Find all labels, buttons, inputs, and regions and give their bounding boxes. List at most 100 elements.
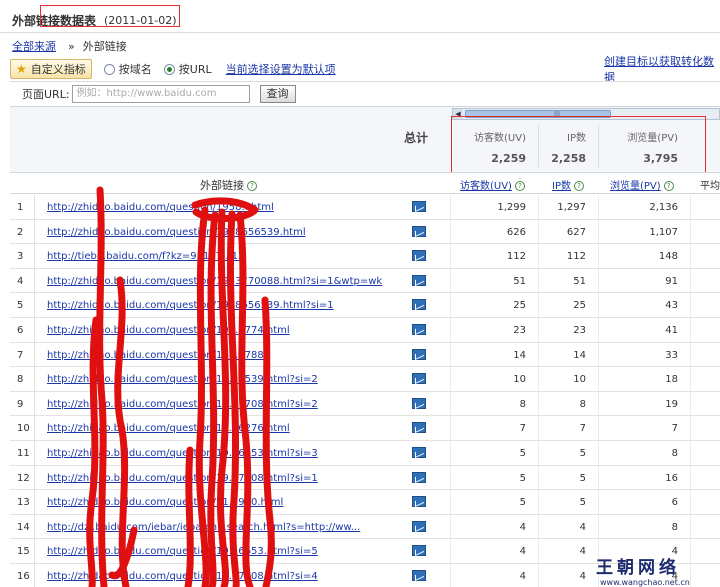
- trend-chart-icon[interactable]: [412, 397, 426, 409]
- row-number: 1: [17, 202, 24, 213]
- breadcrumb-all-sources[interactable]: 全部来源: [12, 38, 56, 54]
- cell-uv: 1,299: [497, 202, 526, 213]
- trend-chart-icon[interactable]: [412, 274, 426, 286]
- external-link-url[interactable]: http://zhidao.baidu.com/question/19...66…: [47, 448, 318, 459]
- divider: [598, 317, 599, 342]
- divider: [538, 465, 539, 490]
- divider: [538, 293, 539, 317]
- table-row: 3 http://tieba.baidu.com/f?kz=91157...13 1…: [10, 244, 720, 269]
- cell-uv: 4: [519, 521, 526, 533]
- trend-chart-icon[interactable]: [412, 201, 426, 212]
- divider: [690, 490, 691, 514]
- external-link-url[interactable]: http://zhidao.baidu.com/question/19...62…: [47, 423, 290, 434]
- trend-chart-icon[interactable]: [412, 496, 426, 508]
- trend-chart-icon[interactable]: [412, 373, 426, 385]
- cell-pv: 148: [658, 251, 678, 263]
- trend-chart-icon[interactable]: [412, 446, 426, 458]
- row-number: 13: [17, 497, 30, 509]
- external-link-url[interactable]: http://zhidao.baidu.com/question/19...65…: [47, 374, 318, 385]
- help-icon[interactable]: ?: [573, 181, 584, 191]
- table-row: 8 http://zhidao.baidu.com/question/19...6…: [10, 367, 720, 392]
- radio-by-domain[interactable]: 按域名: [103, 61, 152, 77]
- help-icon[interactable]: ?: [247, 181, 257, 191]
- divider: [538, 391, 539, 416]
- external-link-url[interactable]: http://zhidao.baidu.com/question/1958...…: [47, 202, 274, 213]
- divider: [538, 317, 539, 342]
- divider: [450, 563, 451, 587]
- trend-chart-icon[interactable]: [412, 323, 426, 335]
- divider: [690, 367, 691, 391]
- divider: [0, 32, 720, 33]
- custom-metrics-label: 自定义指标: [30, 63, 86, 76]
- divider: [34, 440, 35, 465]
- trend-chart-icon[interactable]: [412, 520, 426, 532]
- cell-ip: 51: [573, 275, 586, 287]
- divider: [598, 293, 599, 317]
- divider: [598, 514, 599, 539]
- trend-chart-icon[interactable]: [412, 471, 426, 483]
- divider: [450, 465, 451, 490]
- external-link-url[interactable]: http://zhidao.baidu.com/question/19...77…: [47, 399, 318, 410]
- url-filter-input[interactable]: 例如：http://www.baidu.com: [71, 84, 250, 103]
- divider: [34, 465, 35, 490]
- trend-chart-icon[interactable]: [412, 299, 426, 311]
- trend-chart-icon[interactable]: [412, 348, 426, 360]
- column-header-uv[interactable]: 访客数(UV)?: [460, 177, 525, 192]
- external-link-url[interactable]: http://zhidao.baidu.com/question/19...77…: [47, 473, 318, 484]
- help-icon[interactable]: ?: [514, 181, 525, 191]
- column-header-uv-label: 访客数(UV): [460, 181, 512, 192]
- help-icon[interactable]: ?: [663, 181, 674, 191]
- table-row: 11 http://zhidao.baidu.com/question/19...…: [10, 440, 720, 466]
- cell-uv: 23: [513, 324, 526, 336]
- row-number: 9: [17, 398, 24, 410]
- query-button[interactable]: 查询: [259, 84, 296, 103]
- cell-pv: 6: [671, 497, 678, 509]
- divider: [34, 490, 35, 514]
- trend-chart-icon[interactable]: [412, 545, 426, 557]
- breadcrumb-separator: »: [68, 39, 75, 53]
- divider: [34, 539, 35, 563]
- trend-chart-icon[interactable]: [412, 250, 426, 262]
- external-link-url[interactable]: http://zhidao.baidu.com/question/1958656…: [47, 300, 334, 311]
- table-row: 12 http://zhidao.baidu.com/question/19...…: [10, 465, 720, 491]
- trend-chart-icon[interactable]: [412, 569, 426, 581]
- column-header-ip[interactable]: IP数?: [552, 177, 584, 192]
- column-header-more[interactable]: 平均: [700, 177, 720, 192]
- external-link-url[interactable]: http://dzl.baidu.com/iebar/iebarch...sea…: [47, 522, 360, 533]
- row-number: 10: [17, 423, 30, 435]
- divider: [450, 539, 451, 563]
- watermark-url: www.wangchao.net.cn: [600, 578, 690, 587]
- external-link-url[interactable]: http://zhidao.baidu.com/question/19...37…: [47, 325, 290, 336]
- toolbar: ★ 自定义指标 按域名 按URL 当前选择设置为默认项 创建目标以获取转化数据: [10, 55, 720, 84]
- radio-button-selected-icon: [163, 63, 175, 75]
- external-link-url[interactable]: http://tieba.baidu.com/f?kz=91157...13: [47, 251, 244, 262]
- breadcrumb-current: 外部链接: [82, 40, 127, 53]
- custom-metrics-button[interactable]: ★ 自定义指标: [10, 59, 92, 79]
- cell-pv: 33: [665, 349, 678, 361]
- row-number: 3: [17, 251, 24, 263]
- external-link-url[interactable]: http://zhidao.baidu.com/question/21...94…: [47, 497, 283, 508]
- external-link-url[interactable]: http://zhidao.baidu.com/question/19...77…: [47, 571, 318, 582]
- annotation-box-title: [40, 5, 180, 27]
- divider: [34, 367, 35, 391]
- divider: [598, 268, 599, 293]
- row-number: 6: [17, 324, 24, 336]
- external-link-url[interactable]: http://zhidao.baidu.com/question/19...77…: [47, 350, 264, 361]
- annotation-box-summary: [451, 116, 706, 176]
- divider: [598, 342, 599, 367]
- cell-ip: 4: [579, 546, 586, 558]
- column-header-pv[interactable]: 浏览量(PV)?: [610, 177, 674, 192]
- cell-pv: 43: [665, 300, 678, 312]
- table-row: 13 http://zhidao.baidu.com/question/21...…: [10, 490, 720, 515]
- trend-chart-icon[interactable]: [412, 422, 426, 434]
- divider: [34, 293, 35, 317]
- cell-pv: 8: [671, 521, 678, 533]
- cell-ip: 4: [579, 521, 586, 533]
- external-link-url[interactable]: http://zhidao.baidu.com/question/1953770…: [47, 276, 382, 287]
- radio-by-url[interactable]: 按URL: [163, 61, 212, 77]
- external-link-url[interactable]: http://zhidao.baidu.com/question/19...66…: [47, 546, 318, 557]
- divider: [690, 195, 691, 219]
- trend-chart-icon[interactable]: [412, 225, 426, 237]
- external-link-url[interactable]: http://zhidao.baidu.com/question/1958656…: [47, 227, 306, 238]
- set-default-link[interactable]: 当前选择设置为默认项: [226, 61, 336, 77]
